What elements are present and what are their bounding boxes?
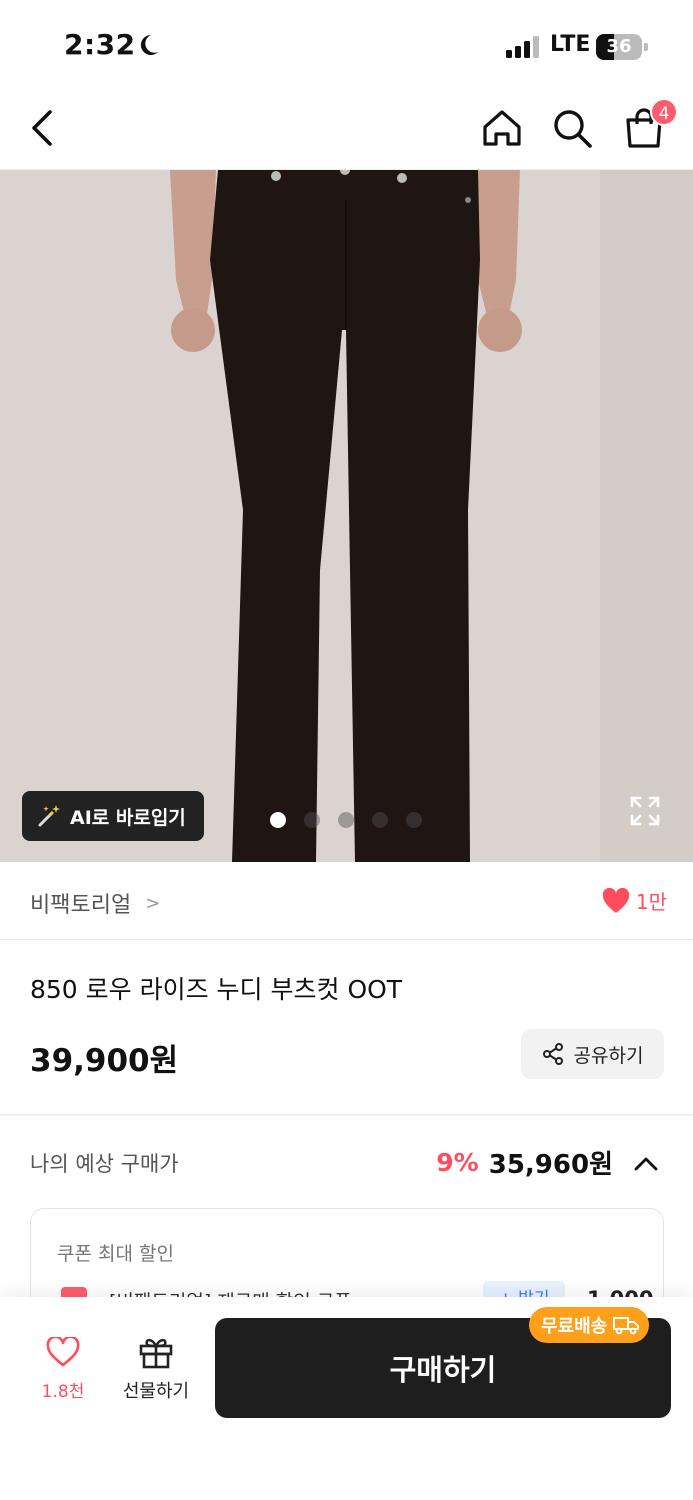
- gallery-dot[interactable]: [406, 812, 422, 828]
- chevron-right-icon: >: [145, 892, 161, 914]
- coupon-title: 쿠폰 최대 할인: [57, 1243, 174, 1265]
- chevron-up-icon: [634, 1157, 658, 1170]
- ai-try-on-button[interactable]: AI로 바로입기: [22, 791, 204, 841]
- gift-label: 선물하기: [122, 1381, 190, 1402]
- heart-icon: [602, 887, 630, 913]
- gift-icon: [139, 1338, 173, 1369]
- search-icon[interactable]: [550, 106, 594, 150]
- like-count: 1만: [635, 890, 667, 914]
- share-label: 공유하기: [573, 1044, 644, 1067]
- magic-wand-icon: [38, 805, 60, 827]
- network-label: LTE: [550, 32, 591, 57]
- product-title: 850 로우 라이즈 누디 부츠컷 OOT: [30, 975, 403, 1004]
- cart-count-badge: 4: [650, 98, 678, 126]
- signal-icon: [506, 36, 539, 58]
- home-icon[interactable]: [480, 106, 524, 150]
- gallery-dot[interactable]: [304, 812, 320, 828]
- status-bar: 2:32 LTE 36: [0, 0, 693, 90]
- expand-icon[interactable]: [630, 796, 660, 826]
- heart-outline-icon: [46, 1335, 80, 1367]
- brand-name: 비팩토리얼: [30, 893, 132, 918]
- status-time: 2:32: [64, 28, 136, 61]
- bottom-like-button[interactable]: 1.8천: [26, 1335, 100, 1402]
- expected-discount: 9%: [436, 1148, 479, 1177]
- back-icon[interactable]: [24, 106, 64, 150]
- gift-button[interactable]: 선물하기: [116, 1335, 196, 1403]
- expected-price-value: 35,960원: [488, 1150, 613, 1180]
- like-button[interactable]: 1만: [602, 886, 667, 915]
- share-button[interactable]: 공유하기: [521, 1029, 664, 1079]
- brand-link[interactable]: 비팩토리얼 >: [30, 887, 160, 919]
- gallery-dot[interactable]: [372, 812, 388, 828]
- gallery-pagination: [270, 812, 422, 828]
- section-divider: [0, 1114, 693, 1116]
- ai-try-on-label: AI로 바로입기: [70, 806, 186, 829]
- product-photo: [0, 170, 693, 862]
- free-shipping-label: 무료배송: [541, 1316, 608, 1337]
- battery-level: 36: [606, 36, 632, 57]
- product-price: 39,900원: [30, 1043, 179, 1079]
- free-shipping-badge: 무료배송: [529, 1307, 650, 1343]
- top-nav: 4: [0, 90, 693, 170]
- truck-icon: [613, 1317, 640, 1335]
- battery-icon: 36: [596, 34, 648, 60]
- moon-icon: [140, 34, 158, 55]
- expected-price-label: 나의 예상 구매가: [30, 1152, 179, 1176]
- expected-price-toggle[interactable]: 9% 35,960원: [436, 1144, 659, 1181]
- bottom-like-count: 1.8천: [41, 1382, 85, 1402]
- share-icon: [542, 1043, 563, 1065]
- product-image-gallery[interactable]: AI로 바로입기: [0, 170, 693, 862]
- gallery-dot[interactable]: [338, 812, 354, 828]
- brand-row: 비팩토리얼 > 1만: [0, 862, 693, 940]
- buy-label: 구매하기: [389, 1353, 497, 1387]
- gallery-dot[interactable]: [270, 812, 286, 828]
- bottom-action-bar: 1.8천 선물하기 구매하기 무료배송: [0, 1297, 693, 1500]
